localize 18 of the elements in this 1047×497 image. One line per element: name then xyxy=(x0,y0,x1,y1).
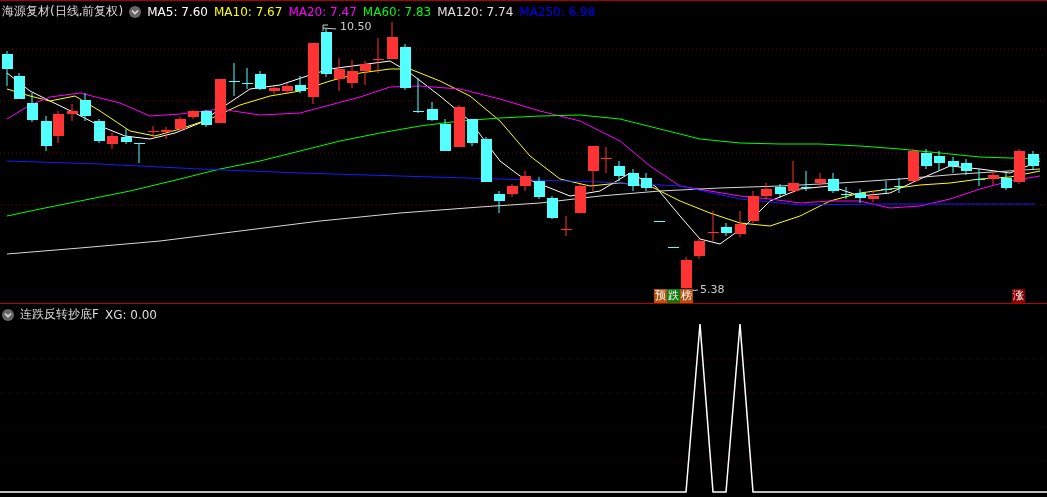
badge-tile: 预 xyxy=(654,289,667,303)
indicator-title: 连跌反转抄底F xyxy=(20,306,99,323)
stock-title: 海源复材(日线,前复权) xyxy=(2,3,124,20)
dropdown-icon[interactable] xyxy=(129,5,142,18)
dropdown-icon[interactable] xyxy=(2,308,14,321)
low-price-label: 5.38 xyxy=(700,283,725,296)
moving-average-reading: MA120: 7.74 xyxy=(437,4,514,19)
moving-average-reading: MA10: 7.67 xyxy=(213,4,283,19)
moving-average-reading: MA5: 7.60 xyxy=(147,4,208,19)
badge-tile: 跌 xyxy=(667,289,680,303)
badge-tile: 榜 xyxy=(680,289,693,303)
high-price-label: 10.50 xyxy=(340,20,372,33)
moving-average-reading: MA20: 7.47 xyxy=(288,4,357,19)
moving-average-reading: MA60: 7.83 xyxy=(362,4,432,19)
moving-average-reading: MA250: 6.98 xyxy=(519,4,596,19)
rise-badge: 涨 xyxy=(1012,289,1025,303)
indicator-reading: XG: 0.00 xyxy=(104,307,157,322)
leader-line xyxy=(322,24,337,32)
